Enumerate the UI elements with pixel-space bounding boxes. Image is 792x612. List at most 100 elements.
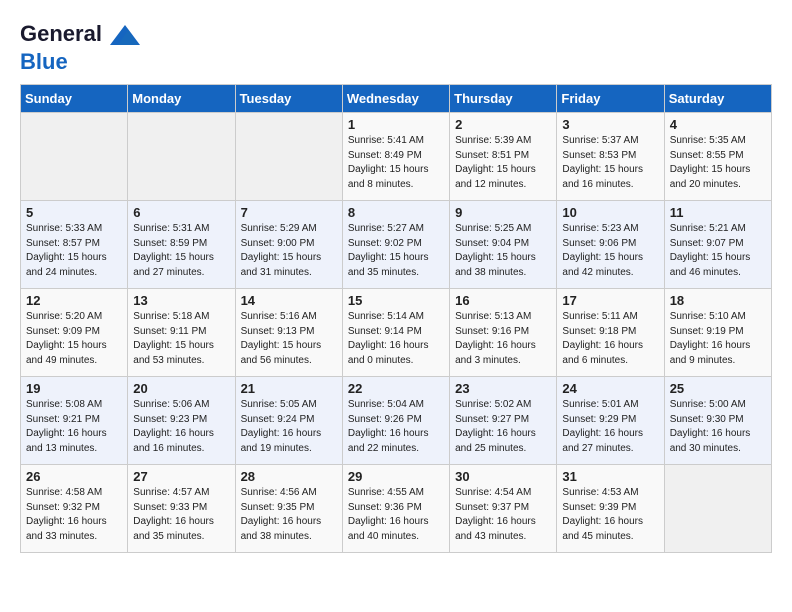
calendar-cell: 25 Sunrise: 5:00 AMSunset: 9:30 PMDayligh… bbox=[664, 377, 771, 465]
calendar-cell bbox=[664, 465, 771, 553]
calendar-cell: 9 Sunrise: 5:25 AMSunset: 9:04 PMDaylight… bbox=[450, 201, 557, 289]
day-number: 24 bbox=[562, 381, 658, 396]
day-number: 27 bbox=[133, 469, 229, 484]
calendar-cell: 6 Sunrise: 5:31 AMSunset: 8:59 PMDaylight… bbox=[128, 201, 235, 289]
day-info: Sunrise: 5:39 AMSunset: 8:51 PMDaylight:… bbox=[455, 135, 536, 190]
day-info: Sunrise: 5:00 AMSunset: 9:30 PMDaylight:… bbox=[670, 399, 751, 454]
calendar-cell: 15 Sunrise: 5:14 AMSunset: 9:14 PMDayligh… bbox=[342, 289, 449, 377]
day-info: Sunrise: 5:23 AMSunset: 9:06 PMDaylight:… bbox=[562, 223, 643, 278]
calendar-cell: 27 Sunrise: 4:57 AMSunset: 9:33 PMDayligh… bbox=[128, 465, 235, 553]
day-info: Sunrise: 5:01 AMSunset: 9:29 PMDaylight:… bbox=[562, 399, 643, 454]
day-info: Sunrise: 5:27 AMSunset: 9:02 PMDaylight:… bbox=[348, 223, 429, 278]
day-number: 30 bbox=[455, 469, 551, 484]
day-number: 14 bbox=[241, 293, 337, 308]
calendar-cell: 19 Sunrise: 5:08 AMSunset: 9:21 PMDayligh… bbox=[21, 377, 128, 465]
calendar-cell: 22 Sunrise: 5:04 AMSunset: 9:26 PMDayligh… bbox=[342, 377, 449, 465]
calendar-cell: 12Sunrise: 5:20 AMSunset: 9:09 PMDayligh… bbox=[21, 289, 128, 377]
day-info: Sunrise: 4:55 AMSunset: 9:36 PMDaylight:… bbox=[348, 487, 429, 542]
day-number: 5 bbox=[26, 205, 122, 220]
day-info: Sunrise: 5:06 AMSunset: 9:23 PMDaylight:… bbox=[133, 399, 214, 454]
calendar-table: SundayMondayTuesdayWednesdayThursdayFrid… bbox=[20, 84, 772, 553]
calendar-cell: 21 Sunrise: 5:05 AMSunset: 9:24 PMDayligh… bbox=[235, 377, 342, 465]
day-number: 13 bbox=[133, 293, 229, 308]
day-number: 29 bbox=[348, 469, 444, 484]
calendar-cell: 14 Sunrise: 5:16 AMSunset: 9:13 PMDayligh… bbox=[235, 289, 342, 377]
day-info: Sunrise: 5:25 AMSunset: 9:04 PMDaylight:… bbox=[455, 223, 536, 278]
calendar-cell: 31 Sunrise: 4:53 AMSunset: 9:39 PMDayligh… bbox=[557, 465, 664, 553]
calendar-cell: 24 Sunrise: 5:01 AMSunset: 9:29 PMDayligh… bbox=[557, 377, 664, 465]
day-number: 28 bbox=[241, 469, 337, 484]
calendar-cell: 2 Sunrise: 5:39 AMSunset: 8:51 PMDaylight… bbox=[450, 113, 557, 201]
calendar-cell: 10 Sunrise: 5:23 AMSunset: 9:06 PMDayligh… bbox=[557, 201, 664, 289]
day-number: 10 bbox=[562, 205, 658, 220]
calendar-cell: 8 Sunrise: 5:27 AMSunset: 9:02 PMDaylight… bbox=[342, 201, 449, 289]
calendar-cell: 1 Sunrise: 5:41 AMSunset: 8:49 PMDaylight… bbox=[342, 113, 449, 201]
day-number: 21 bbox=[241, 381, 337, 396]
day-number: 15 bbox=[348, 293, 444, 308]
day-number: 26 bbox=[26, 469, 122, 484]
calendar-cell: 18 Sunrise: 5:10 AMSunset: 9:19 PMDayligh… bbox=[664, 289, 771, 377]
day-info: Sunrise: 5:04 AMSunset: 9:26 PMDaylight:… bbox=[348, 399, 429, 454]
day-header-saturday: Saturday bbox=[664, 85, 771, 113]
day-number: 19 bbox=[26, 381, 122, 396]
calendar-cell: 30Sunrise: 4:54 AMSunset: 9:37 PMDayligh… bbox=[450, 465, 557, 553]
calendar-cell: 28 Sunrise: 4:56 AMSunset: 9:35 PMDayligh… bbox=[235, 465, 342, 553]
day-number: 23 bbox=[455, 381, 551, 396]
day-info: Sunrise: 5:10 AMSunset: 9:19 PMDaylight:… bbox=[670, 311, 751, 366]
day-info: Sunrise: 5:18 AMSunset: 9:11 PMDaylight:… bbox=[133, 311, 214, 366]
day-info: Sunrise: 5:16 AMSunset: 9:13 PMDaylight:… bbox=[241, 311, 322, 366]
logo: General Blue bbox=[20, 20, 140, 74]
day-header-sunday: Sunday bbox=[21, 85, 128, 113]
day-info: Sunrise: 4:53 AMSunset: 9:39 PMDaylight:… bbox=[562, 487, 643, 542]
day-info: Sunrise: 5:29 AMSunset: 9:00 PMDaylight:… bbox=[241, 223, 322, 278]
day-number: 22 bbox=[348, 381, 444, 396]
day-number: 2 bbox=[455, 117, 551, 132]
day-number: 18 bbox=[670, 293, 766, 308]
day-number: 8 bbox=[348, 205, 444, 220]
day-number: 4 bbox=[670, 117, 766, 132]
day-info: Sunrise: 5:08 AMSunset: 9:21 PMDaylight:… bbox=[26, 399, 107, 454]
day-info: Sunrise: 5:35 AMSunset: 8:55 PMDaylight:… bbox=[670, 135, 751, 190]
day-info: Sunrise: 5:13 AMSunset: 9:16 PMDaylight:… bbox=[455, 311, 536, 366]
day-info: Sunrise: 5:02 AMSunset: 9:27 PMDaylight:… bbox=[455, 399, 536, 454]
logo-icon bbox=[110, 20, 140, 50]
day-number: 25 bbox=[670, 381, 766, 396]
day-info: Sunrise: 5:05 AMSunset: 9:24 PMDaylight:… bbox=[241, 399, 322, 454]
calendar-cell bbox=[235, 113, 342, 201]
calendar-cell: 20 Sunrise: 5:06 AMSunset: 9:23 PMDayligh… bbox=[128, 377, 235, 465]
calendar-cell: 17Sunrise: 5:11 AMSunset: 9:18 PMDayligh… bbox=[557, 289, 664, 377]
day-info: Sunrise: 5:41 AMSunset: 8:49 PMDaylight:… bbox=[348, 135, 429, 190]
calendar-cell: 7 Sunrise: 5:29 AMSunset: 9:00 PMDaylight… bbox=[235, 201, 342, 289]
day-number: 7 bbox=[241, 205, 337, 220]
calendar-cell: 3Sunrise: 5:37 AMSunset: 8:53 PMDaylight… bbox=[557, 113, 664, 201]
day-header-monday: Monday bbox=[128, 85, 235, 113]
day-number: 1 bbox=[348, 117, 444, 132]
day-info: Sunrise: 4:56 AMSunset: 9:35 PMDaylight:… bbox=[241, 487, 322, 542]
calendar-cell: 13 Sunrise: 5:18 AMSunset: 9:11 PMDayligh… bbox=[128, 289, 235, 377]
day-info: Sunrise: 5:37 AMSunset: 8:53 PMDaylight:… bbox=[562, 135, 643, 190]
day-header-wednesday: Wednesday bbox=[342, 85, 449, 113]
day-header-tuesday: Tuesday bbox=[235, 85, 342, 113]
day-number: 11 bbox=[670, 205, 766, 220]
day-number: 6 bbox=[133, 205, 229, 220]
day-info: Sunrise: 5:33 AMSunset: 8:57 PMDaylight:… bbox=[26, 223, 107, 278]
page-header: General Blue bbox=[20, 20, 772, 74]
day-info: Sunrise: 5:11 AMSunset: 9:18 PMDaylight:… bbox=[562, 311, 643, 366]
day-info: Sunrise: 5:21 AMSunset: 9:07 PMDaylight:… bbox=[670, 223, 751, 278]
calendar-cell: 11 Sunrise: 5:21 AMSunset: 9:07 PMDayligh… bbox=[664, 201, 771, 289]
day-number: 16 bbox=[455, 293, 551, 308]
day-info: Sunrise: 4:58 AMSunset: 9:32 PMDaylight:… bbox=[26, 487, 107, 542]
day-info: Sunrise: 5:20 AMSunset: 9:09 PMDaylight:… bbox=[26, 311, 107, 366]
logo-text: General bbox=[20, 20, 140, 50]
day-number: 20 bbox=[133, 381, 229, 396]
day-info: Sunrise: 5:31 AMSunset: 8:59 PMDaylight:… bbox=[133, 223, 214, 278]
day-number: 9 bbox=[455, 205, 551, 220]
calendar-cell: 5 Sunrise: 5:33 AMSunset: 8:57 PMDaylight… bbox=[21, 201, 128, 289]
day-number: 31 bbox=[562, 469, 658, 484]
day-header-thursday: Thursday bbox=[450, 85, 557, 113]
day-info: Sunrise: 4:57 AMSunset: 9:33 PMDaylight:… bbox=[133, 487, 214, 542]
logo-blue: Blue bbox=[20, 50, 140, 74]
day-header-friday: Friday bbox=[557, 85, 664, 113]
day-info: Sunrise: 5:14 AMSunset: 9:14 PMDaylight:… bbox=[348, 311, 429, 366]
calendar-cell: 29 Sunrise: 4:55 AMSunset: 9:36 PMDayligh… bbox=[342, 465, 449, 553]
